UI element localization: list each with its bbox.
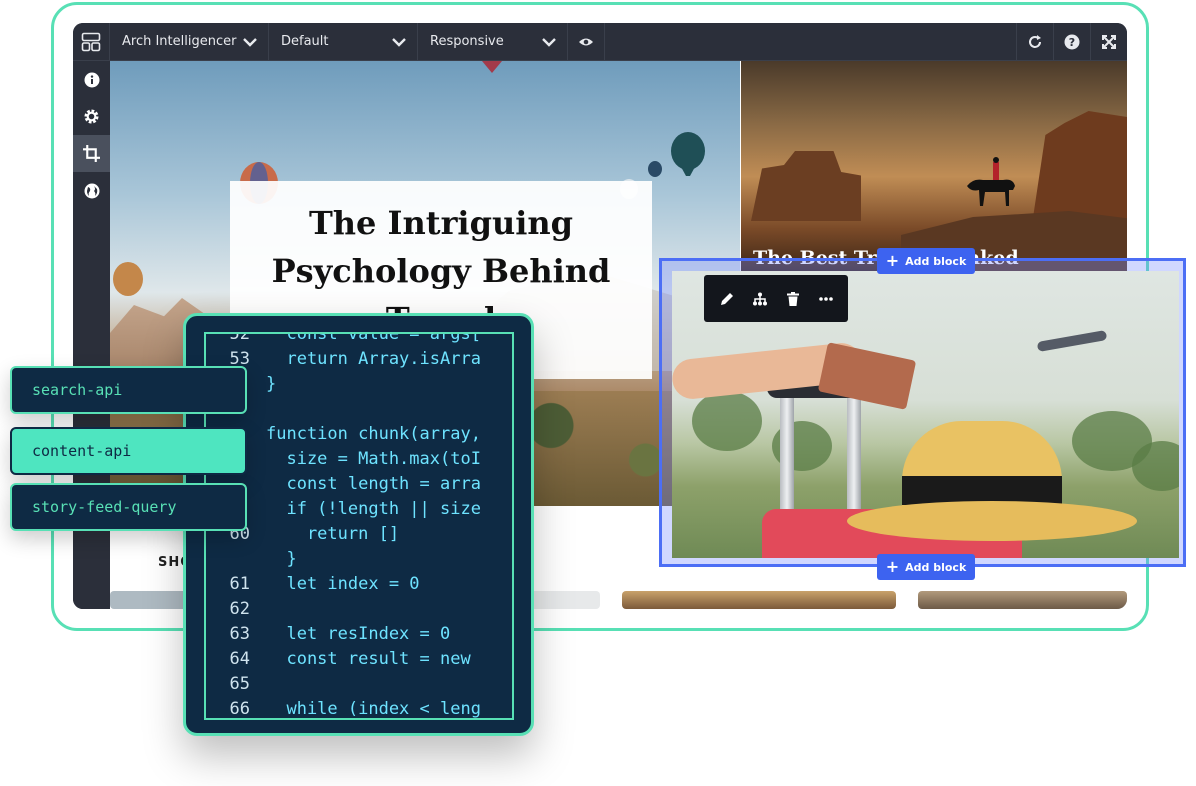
code-line-text: }: [266, 549, 297, 569]
code-line-text: return []: [266, 524, 400, 544]
device-select[interactable]: Responsive: [418, 23, 568, 61]
code-line: 62: [206, 599, 250, 624]
fullscreen-icon[interactable]: [1090, 23, 1127, 61]
code-line: 61 let index = 0: [206, 574, 420, 599]
code-line-text: let resIndex = 0: [266, 624, 451, 644]
code-line-text: return Array.isArra: [266, 349, 481, 369]
code-line: 65: [206, 674, 250, 699]
help-icon[interactable]: ?: [1053, 23, 1090, 61]
thumbnail[interactable]: [622, 591, 896, 609]
globe-icon[interactable]: [73, 172, 110, 209]
thumbnail[interactable]: [530, 591, 600, 609]
code-line: 64 const result = new: [206, 649, 471, 674]
chevron-down-icon: [542, 37, 556, 47]
crop-icon[interactable]: [73, 135, 110, 172]
trash-icon[interactable]: [779, 284, 807, 314]
plus-icon: +: [885, 557, 900, 576]
code-line-text: function chunk(array,: [266, 424, 481, 444]
query-chip-label: story-feed-query: [32, 498, 177, 516]
code-line-text: size = Math.max(toI: [266, 449, 481, 469]
code-line-number: 63: [229, 624, 250, 644]
query-chip-label: search-api: [32, 381, 123, 399]
code-line-number: 66: [229, 699, 250, 719]
query-chip-content-api[interactable]: content-api: [10, 427, 247, 475]
code-line-text: if (!length || size: [266, 499, 481, 519]
thumbnail[interactable]: [918, 591, 1127, 609]
query-chip-label: content-api: [32, 442, 132, 460]
add-block-label: Add block: [905, 254, 967, 268]
pencil-icon[interactable]: [713, 284, 741, 314]
svg-text:?: ?: [1069, 36, 1075, 49]
chevron-down-icon: [392, 37, 406, 47]
plus-icon: +: [885, 251, 900, 270]
query-chip-search-api[interactable]: search-api: [10, 366, 247, 414]
layout-select[interactable]: Default: [269, 23, 418, 61]
site-select[interactable]: Arch Intelligencer: [110, 23, 269, 61]
layout-select-label: Default: [281, 34, 329, 49]
code-line: }: [206, 549, 296, 574]
add-block-label: Add block: [905, 560, 967, 574]
story-card[interactable]: The Best Trave… Ranked: [741, 61, 1127, 271]
code-line: 66 while (index < leng: [206, 699, 481, 719]
gear-icon[interactable]: [73, 98, 110, 135]
code-line-number: 64: [229, 649, 250, 669]
chevron-down-icon: [243, 37, 257, 47]
code-line: 63 let resIndex = 0: [206, 624, 451, 649]
site-select-label: Arch Intelligencer: [122, 34, 237, 49]
device-select-label: Responsive: [430, 34, 504, 49]
info-icon[interactable]: [73, 61, 110, 98]
code-line-number: 61: [229, 574, 250, 594]
code-line-text: }: [266, 374, 277, 394]
layout-icon[interactable]: [73, 23, 110, 61]
code-line-number: 65: [229, 674, 250, 694]
query-chip-story-feed-query[interactable]: story-feed-query: [10, 483, 247, 531]
code-line-text: const value = args[: [266, 332, 481, 344]
code-line-text: const length = arra: [266, 474, 481, 494]
code-line-number: 52: [229, 332, 250, 344]
eye-icon[interactable]: [568, 23, 605, 61]
more-icon[interactable]: [812, 284, 840, 314]
add-block-button-bottom[interactable]: + Add block: [877, 554, 975, 580]
editor-topbar: Arch Intelligencer Default Responsive ?: [73, 23, 1127, 61]
refresh-icon[interactable]: [1016, 23, 1053, 61]
add-block-button-top[interactable]: + Add block: [877, 248, 975, 274]
code-editor[interactable]: 52 const value = args[53 return Array.is…: [204, 332, 514, 720]
code-line-text: while (index < leng: [266, 699, 481, 719]
block-toolbar: [704, 275, 848, 322]
hierarchy-icon[interactable]: [746, 284, 774, 314]
horse-rider-illustration: [967, 157, 1015, 206]
code-line-text: const result = new: [266, 649, 471, 669]
code-line-text: let index = 0: [266, 574, 420, 594]
code-line: 52 const value = args[: [206, 332, 481, 349]
code-line-number: 62: [229, 599, 250, 619]
airplane-illustration: [1036, 329, 1108, 353]
